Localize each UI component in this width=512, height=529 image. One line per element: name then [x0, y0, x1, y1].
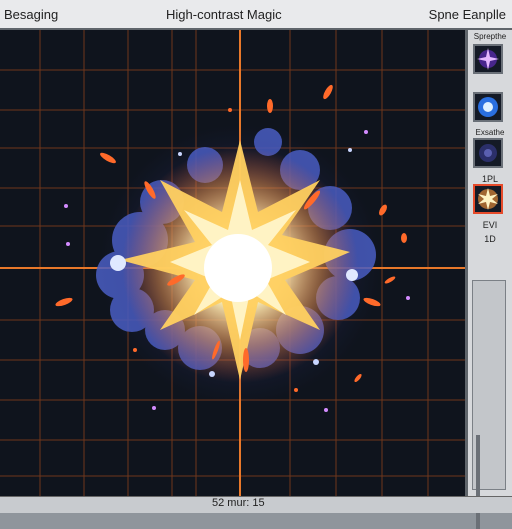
- orb-dark-icon: [479, 144, 497, 162]
- preset-label-3: 1PL: [481, 174, 498, 184]
- preset-label-5: 1D: [484, 234, 496, 244]
- title-bar: Besaging High-contrast Magic Spne Eanpll…: [0, 0, 512, 30]
- preset-thumb-burst-selected[interactable]: [473, 184, 503, 214]
- preset-thumb-dark[interactable]: [473, 138, 503, 168]
- status-text: 52 mur: 15: [212, 497, 265, 509]
- effect-preview: [0, 30, 465, 496]
- preset-thumb-blue[interactable]: [473, 92, 503, 122]
- status-bar: 52 mur: 15: [0, 496, 512, 513]
- preset-label-1: Sprepthe: [473, 32, 507, 41]
- preset-thumb-purple[interactable]: [473, 44, 503, 74]
- panel-scroll-track[interactable]: [472, 280, 506, 529]
- orb-blue-icon: [478, 97, 498, 117]
- burst-icon: [478, 188, 498, 210]
- panel-scroll-handle[interactable]: [476, 435, 480, 529]
- preset-label-2: Exsathe: [475, 128, 505, 137]
- title-left-text: Besaging: [4, 7, 59, 22]
- preset-label-4: EVI: [482, 220, 498, 230]
- effect-canvas[interactable]: [0, 30, 468, 496]
- window-title: High-contrast Magic: [166, 7, 282, 22]
- sparkle-purple-icon: [477, 48, 499, 70]
- title-right-text: Spne Eanplle: [428, 7, 506, 22]
- preset-panel: Sprepthe Exsathe 1PL EVI 1D: [468, 30, 512, 529]
